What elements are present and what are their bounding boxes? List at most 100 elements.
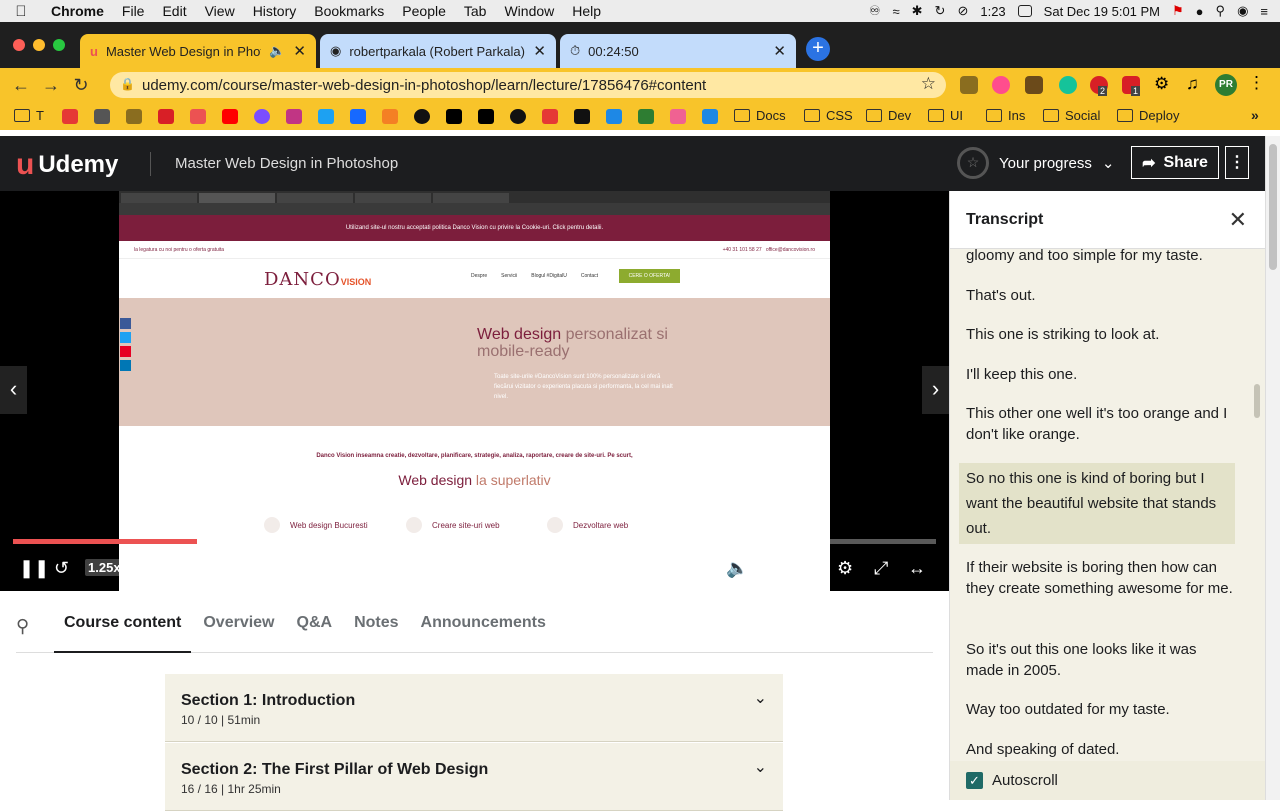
menu-people[interactable]: People: [393, 3, 455, 19]
bookmark-icon[interactable]: [62, 109, 78, 124]
menu-file[interactable]: File: [113, 3, 154, 19]
stackoverflow-bookmark-icon[interactable]: [382, 109, 398, 124]
tab-notes[interactable]: Notes: [344, 600, 408, 653]
dev-bookmark-icon[interactable]: [478, 109, 494, 124]
checkbox-checked-icon[interactable]: ✓: [966, 772, 983, 789]
bookmark-folder-social[interactable]: Social: [1043, 108, 1100, 123]
settings-gear-icon[interactable]: ⚙: [837, 557, 853, 579]
page-scrollbar-thumb[interactable]: [1269, 144, 1277, 270]
tab-github[interactable]: ◉ robertparkala (Robert Parkala) ✕: [320, 34, 556, 68]
profile-avatar[interactable]: PR: [1215, 74, 1237, 96]
transcript-cue[interactable]: gloomy and too simple for my taste.: [966, 249, 1236, 266]
menu-view[interactable]: View: [196, 3, 244, 19]
puzzle-extensions-icon[interactable]: ⚙: [1154, 74, 1169, 94]
tab-close-icon[interactable]: ✕: [533, 42, 546, 60]
bookmark-icon[interactable]: [606, 109, 622, 124]
autoscroll-toggle[interactable]: ✓ Autoscroll: [950, 761, 1265, 800]
bookmark-folder-ins[interactable]: Ins: [986, 108, 1025, 123]
bookmark-icon[interactable]: [510, 109, 526, 124]
close-icon[interactable]: ✕: [1229, 207, 1247, 233]
tab-announcements[interactable]: Announcements: [411, 600, 556, 653]
bookmark-folder-ui[interactable]: UI: [928, 108, 963, 123]
youtube-bookmark-icon[interactable]: [222, 109, 238, 124]
transcript-cue[interactable]: This other one well it's too orange and …: [966, 403, 1236, 445]
menu-window[interactable]: Window: [495, 3, 563, 19]
bookmark-icon[interactable]: [702, 109, 718, 124]
more-options-button[interactable]: ⋮: [1225, 146, 1249, 179]
course-title[interactable]: Master Web Design in Photoshop: [175, 155, 398, 172]
color-extension-icon[interactable]: [992, 76, 1010, 94]
eyedropper-extension-icon[interactable]: [1025, 76, 1043, 94]
tab-close-icon[interactable]: ✕: [773, 42, 786, 60]
creative-cloud-icon[interactable]: ♾: [869, 3, 881, 19]
menu-help[interactable]: Help: [563, 3, 610, 19]
captions-icon[interactable]: CC: [800, 559, 825, 577]
tab-close-icon[interactable]: ✕: [293, 42, 306, 60]
menu-edit[interactable]: Edit: [153, 3, 195, 19]
address-bar[interactable]: 🔒 udemy.com/course/master-web-design-in-…: [110, 72, 946, 98]
speaker-icon[interactable]: 🔈: [269, 43, 285, 59]
transcript-cue[interactable]: If their website is boring then how can …: [966, 557, 1236, 599]
bookmark-folder-dev[interactable]: Dev: [866, 108, 911, 123]
messenger-bookmark-icon[interactable]: [254, 109, 270, 124]
section-accordion[interactable]: Section 2: The First Pillar of Web Desig…: [165, 743, 783, 811]
pause-button[interactable]: ❚❚: [19, 557, 49, 579]
chevron-down-icon[interactable]: ⌄: [754, 757, 767, 777]
spotlight-icon[interactable]: ⚲: [1216, 3, 1226, 19]
chrome-menu-icon[interactable]: ⋮: [1248, 73, 1265, 93]
menu-app-name[interactable]: Chrome: [42, 3, 113, 19]
chevron-down-icon[interactable]: ⌄: [754, 688, 767, 708]
more-bookmarks-icon[interactable]: »: [1251, 107, 1259, 123]
bookmark-folder-docs[interactable]: Docs: [734, 108, 786, 123]
bookmark-icon[interactable]: [574, 109, 590, 124]
tab-qa[interactable]: Q&A: [287, 600, 343, 653]
battery-icon[interactable]: [1017, 5, 1032, 17]
seek-bar[interactable]: [13, 539, 936, 544]
bluetooth-icon[interactable]: ✱: [912, 3, 923, 19]
clock[interactable]: Sat Dec 19 5:01 PM: [1044, 4, 1160, 19]
bookmark-icon[interactable]: [542, 109, 558, 124]
close-window-button[interactable]: [13, 39, 25, 51]
next-lecture-button[interactable]: ›: [922, 366, 949, 414]
menu-history[interactable]: History: [244, 3, 306, 19]
transcript-cue-active[interactable]: So no this one is kind of boring but I w…: [959, 463, 1235, 544]
tab-timer[interactable]: ⏱ 00:24:50 ✕: [560, 34, 796, 68]
bookmark-folder-css[interactable]: CSS: [804, 108, 853, 123]
tab-overview[interactable]: Overview: [193, 600, 284, 653]
video-player[interactable]: Utilizand site-ul nostru acceptati polit…: [0, 191, 949, 591]
wifi-icon[interactable]: ≈: [893, 4, 900, 19]
bookmark-icon[interactable]: [126, 109, 142, 124]
menu-tab[interactable]: Tab: [455, 3, 496, 19]
time-machine-icon[interactable]: ↻: [935, 3, 946, 19]
tab-udemy[interactable]: u Master Web Design in Phot 🔈 ✕: [80, 34, 316, 68]
transcript-icon[interactable]: ▤: [764, 557, 781, 579]
progress-dropdown[interactable]: ☆ Your progress ⌄: [957, 147, 1114, 179]
previous-lecture-button[interactable]: ‹: [0, 366, 27, 414]
user-icon[interactable]: ●: [1196, 4, 1204, 19]
media-control-icon[interactable]: ♫: [1186, 74, 1199, 94]
bug-extension-icon[interactable]: [960, 76, 978, 94]
bookmark-icon[interactable]: [638, 109, 654, 124]
transcript-cue[interactable]: I'll keep this one.: [966, 364, 1236, 385]
medium-bookmark-icon[interactable]: [446, 109, 462, 124]
tab-course-content[interactable]: Course content: [54, 600, 192, 653]
back-arrow-icon[interactable]: ←: [6, 75, 36, 96]
grammarly-extension-icon[interactable]: [1059, 76, 1077, 94]
fullscreen-icon[interactable]: ⤢: [874, 557, 888, 579]
transcript-cue[interactable]: So it's out this one looks like it was m…: [966, 639, 1236, 681]
bookmark-folder-t[interactable]: T: [14, 108, 44, 123]
minimize-window-button[interactable]: [33, 39, 45, 51]
bookmark-star-icon[interactable]: ☆: [921, 74, 936, 94]
do-not-disturb-icon[interactable]: ⊘: [957, 3, 968, 19]
volume-icon[interactable]: 🔈: [726, 557, 748, 579]
search-icon[interactable]: ⚲: [16, 616, 54, 637]
add-note-icon[interactable]: ✎: [246, 557, 259, 579]
transcript-cue[interactable]: And speaking of dated.: [966, 739, 1236, 760]
menu-bookmarks[interactable]: Bookmarks: [305, 3, 393, 19]
bookmark-folder-deploy[interactable]: Deploy: [1117, 108, 1179, 123]
forward-arrow-icon[interactable]: →: [36, 75, 66, 96]
siri-icon[interactable]: ◉: [1237, 3, 1248, 19]
playback-speed[interactable]: 1.25x: [85, 559, 124, 576]
zoom-window-button[interactable]: [53, 39, 65, 51]
battery-time[interactable]: 1:23: [980, 4, 1005, 19]
